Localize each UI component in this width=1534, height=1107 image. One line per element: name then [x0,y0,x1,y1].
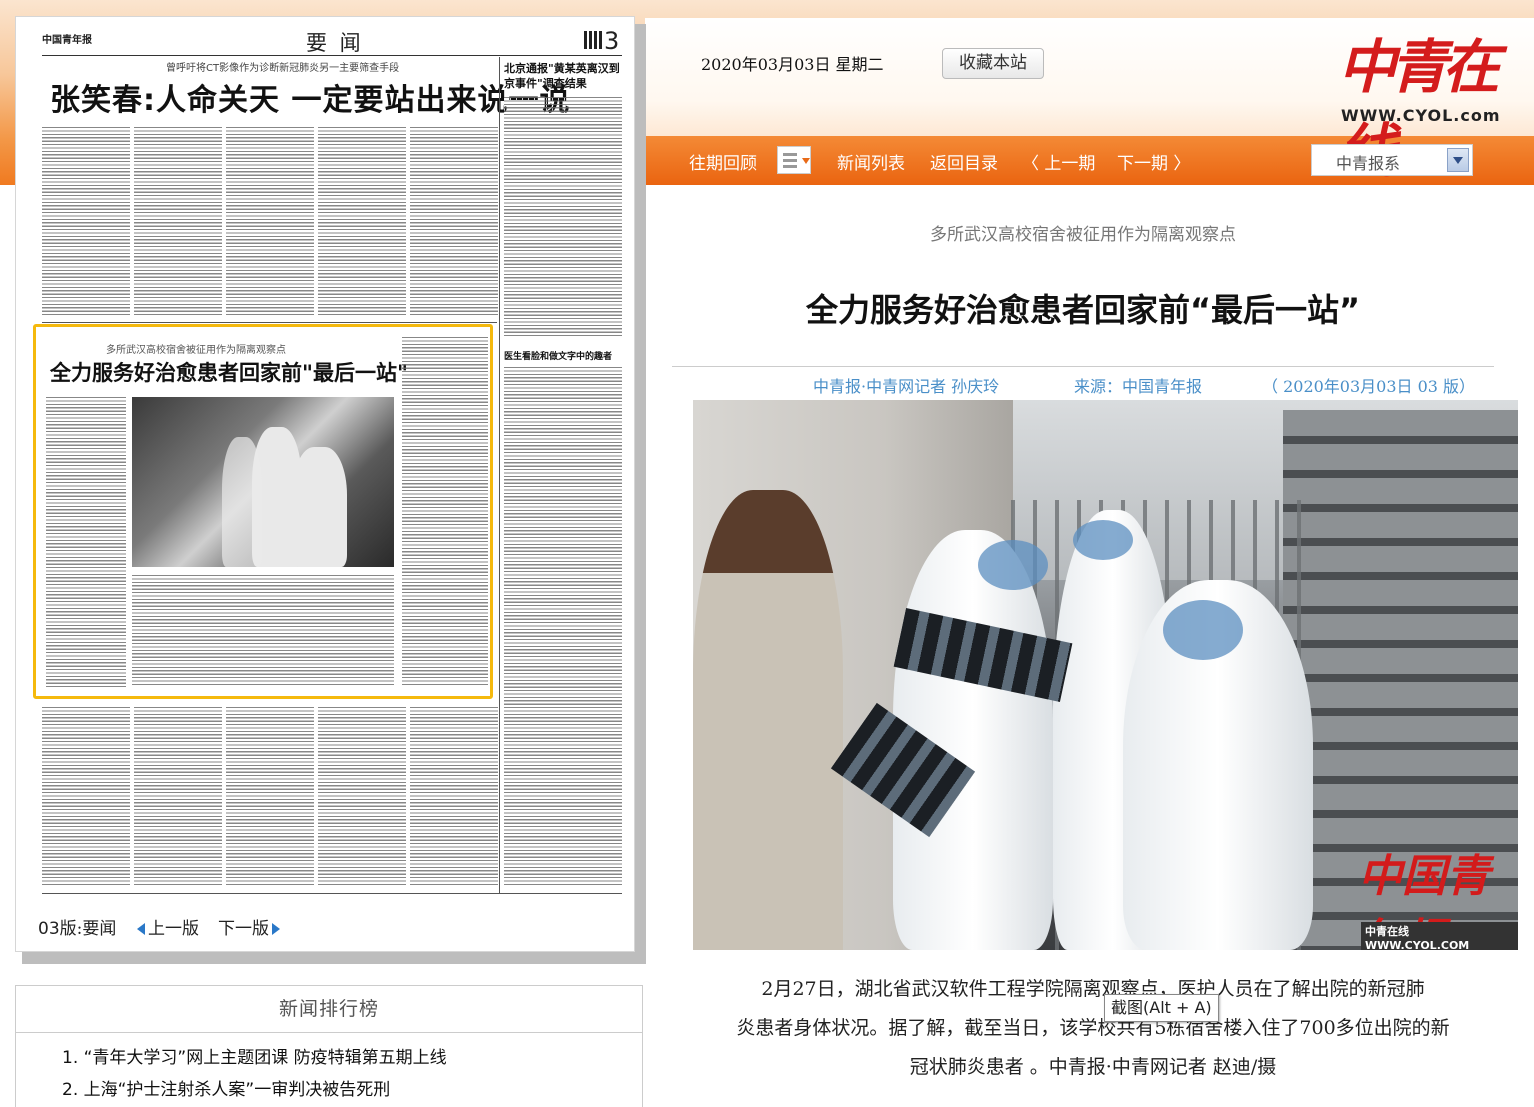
news-ranking-box: 新闻排行榜 1. “青年大学习”网上主题团课 防疫特辑第五期上线 2. 上海“护… [15,985,643,1107]
chevron-down-icon[interactable] [1447,148,1469,172]
favorite-button[interactable]: 收藏本站 [942,48,1044,79]
footer-page-number: 03 [38,919,60,939]
site-logo[interactable]: 中青在线 WWW.CYOL.com [1334,20,1500,185]
section-divider [42,893,622,894]
paper-text-block [42,127,130,317]
ranking-item[interactable]: 2. 上海“护士注射杀人案”一审判决被告死刑 [62,1075,390,1100]
paper-footer-page: 03版:要闻 [38,914,116,939]
next-page-link[interactable]: 下一版 [218,914,280,939]
caption-line: 冠状肺炎患者 。中青报·中青网记者 赵迪/摄 [909,1056,1277,1078]
paper-text-block [318,127,406,317]
qr-code-icon [584,31,602,49]
paper-series-select[interactable]: 中青报系 [1311,144,1473,176]
article-title: 全力服务好治愈患者回家前“最后一站” [805,291,1361,329]
arrow-right-icon [272,923,280,935]
paper-text-block [226,127,314,317]
photo-watermark-url: 中青在线 WWW.CYOL.COM [1361,922,1518,950]
screenshot-tooltip: 截图(Alt + A) [1104,994,1219,1022]
paper-rule [42,55,622,56]
paper-section: 要 闻 [306,31,364,55]
paper-text-block [504,367,622,887]
paper-text-block [410,127,498,317]
paper-text-block [46,397,126,687]
article-author: 中青报·中青网记者 孙庆玲 [813,377,1000,396]
arrow-left-icon [137,923,145,935]
caption-line: 2月27日，湖北省武汉软件工程学院隔离观察点，医护人员在了解出院的新冠肺 [761,978,1425,1000]
nav-archive[interactable]: 往期回顾 [689,149,757,174]
prev-page-label: 上一版 [148,919,199,939]
ranking-title: 新闻排行榜 [16,986,642,1033]
nav-back-to-index[interactable]: 返回目录 [930,149,998,174]
paper-side-headline[interactable]: 北京通报"黄某英离汉到京事件"调查结果 [504,61,624,91]
article-kicker: 多所武汉高校宿舍被征用作为隔离观察点 [930,225,1236,245]
nav-news-list[interactable]: 新闻列表 [837,149,905,174]
caption-line: 炎患者身体状况。据了解，截至当日，该学校共有5栋宿舍楼入住了700多位出院的新 [736,1017,1450,1039]
paper-headline[interactable]: 张笑春:人命关天 一定要站出来说一说 [50,75,570,119]
paper-text-block [134,707,222,887]
article-rule [672,366,1494,367]
paper-page-number: 3 [604,27,620,55]
footer-page-label: 版:要闻 [59,919,117,939]
next-page-label: 下一版 [218,919,269,939]
highlight-photo [132,397,394,567]
paper-text-block [132,575,394,687]
highlighted-article-region[interactable]: 多所武汉高校宿舍被征用作为隔离观察点 全力服务好治愈患者回家前"最后一站" [33,324,493,699]
paper-masthead: 中国青年报 [42,35,92,46]
archive-list-icon[interactable] [777,146,811,174]
paper-text-block [318,707,406,887]
article-source: 来源：中国青年报 [1074,377,1203,396]
nav-next-issue[interactable]: 下一期 〉 [1117,149,1190,174]
newspaper-page: 中国青年报 要 闻 3 曾呼吁将CT影像作为诊断新冠肺炎另一主要筛查手段 张笑春… [15,16,635,952]
photo-caption: 2月27日，湖北省武汉软件工程学院隔离观察点，医护人员在了解出院的新冠肺 炎患者… [693,970,1493,1087]
ranking-item[interactable]: 1. “青年大学习”网上主题团课 防疫特辑第五期上线 [62,1043,447,1068]
paper-text-block [504,97,622,337]
highlight-kicker: 多所武汉高校宿舍被征用作为隔离观察点 [106,345,286,356]
paper-text-block [402,337,488,687]
paper-side-headline-2[interactable]: 医生看脸和做文字中的趣者 [504,349,624,362]
section-divider [42,322,497,323]
paper-text-block [134,127,222,317]
paper-kicker[interactable]: 曾呼吁将CT影像作为诊断新冠肺炎另一主要筛查手段 [166,59,399,74]
paper-text-block [42,707,130,887]
column-divider [499,57,500,893]
prev-page-link[interactable]: 上一版 [137,914,199,939]
logo-url: WWW.CYOL.com [1341,106,1501,125]
article-date-edition: （ 2020年03月03日 03 版） [1262,377,1476,396]
paper-text-block [226,707,314,887]
highlight-headline: 全力服务好治愈患者回家前"最后一站" [50,361,408,385]
article-photo: 中国青年报 中青在线 WWW.CYOL.COM [693,400,1518,950]
nav-previous-issue[interactable]: 〈 上一期 [1022,149,1095,174]
paper-text-block [410,707,498,887]
header-date: 2020年03月03日 星期二 [701,55,884,74]
paper-series-value: 中青报系 [1336,154,1401,173]
